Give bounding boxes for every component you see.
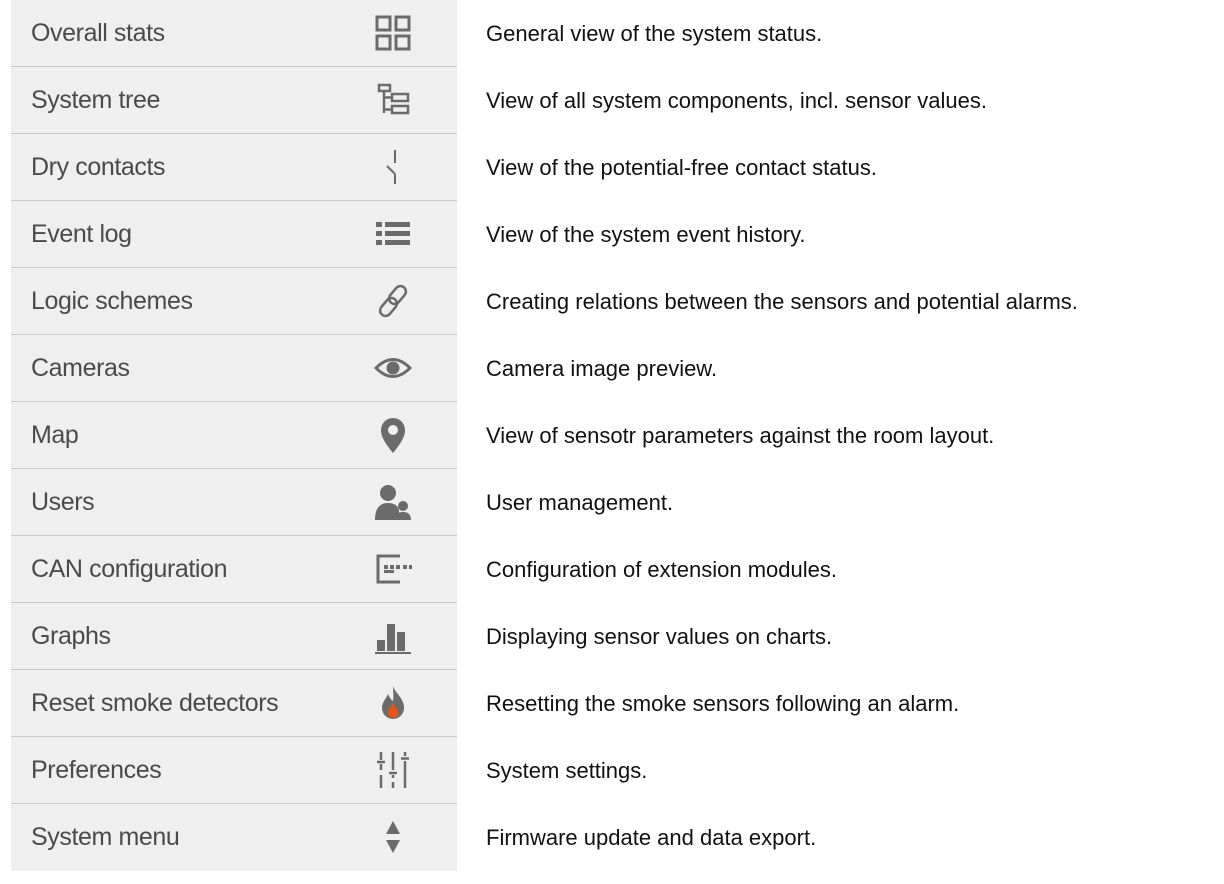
link-icon	[373, 281, 413, 321]
menu-item-label: Event log	[31, 220, 132, 248]
description-graphs: Displaying sensor values on charts.	[486, 624, 833, 649]
description-reset-smoke-detectors: Resetting the smoke sensors following an…	[486, 691, 960, 716]
flame-icon	[373, 683, 413, 723]
list-icon	[373, 214, 413, 254]
grid-icon	[373, 13, 413, 53]
menu-item-label: Preferences	[31, 756, 162, 784]
sliders-icon	[373, 750, 413, 790]
menu-item-label: CAN configuration	[31, 555, 228, 583]
menu-item-map[interactable]: Map	[11, 402, 457, 469]
menu-item-label: System menu	[31, 823, 180, 851]
menu-item-graphs[interactable]: Graphs	[11, 603, 457, 670]
menu-item-label: System tree	[31, 86, 160, 114]
map-pin-icon	[373, 415, 413, 455]
description-map: View of sensotr parameters against the r…	[486, 423, 995, 448]
description-can-configuration: Configuration of extension modules.	[486, 557, 837, 582]
menu-item-label: Reset smoke detectors	[31, 689, 279, 717]
menu-item-label: Graphs	[31, 622, 111, 650]
menu-item-label: Dry contacts	[31, 153, 166, 181]
menu-item-overall-stats[interactable]: Overall stats	[11, 0, 457, 67]
description-event-log: View of the system event history.	[486, 222, 806, 247]
menu-item-cameras[interactable]: Cameras	[11, 335, 457, 402]
description-logic-schemes: Creating relations between the sensors a…	[486, 289, 1078, 314]
page: Overall stats System tree Dry contacts E…	[0, 0, 1224, 884]
menu-item-system-tree[interactable]: System tree	[11, 67, 457, 134]
menu-item-label: Users	[31, 488, 95, 516]
description-system-tree: View of all system components, incl. sen…	[486, 88, 987, 113]
menu-item-event-log[interactable]: Event log	[11, 201, 457, 268]
side-menu: Overall stats System tree Dry contacts E…	[11, 0, 457, 871]
menu-item-users[interactable]: Users	[11, 469, 457, 536]
menu-item-reset-smoke-detectors[interactable]: Reset smoke detectors	[11, 670, 457, 737]
description-system-menu: Firmware update and data export.	[486, 825, 817, 850]
bar-chart-icon	[373, 616, 413, 656]
menu-item-dry-contacts[interactable]: Dry contacts	[11, 134, 457, 201]
menu-item-label: Overall stats	[31, 19, 165, 47]
description-cameras: Camera image preview.	[486, 356, 718, 381]
description-dry-contacts: View of the potential-free contact statu…	[486, 155, 877, 180]
module-icon	[373, 549, 413, 589]
users-icon	[373, 482, 413, 522]
description-preferences: System settings.	[486, 758, 648, 783]
menu-item-preferences[interactable]: Preferences	[11, 737, 457, 804]
description-users: User management.	[486, 490, 674, 515]
tree-icon	[373, 80, 413, 120]
eye-icon	[373, 348, 413, 388]
menu-item-label: Cameras	[31, 354, 130, 382]
menu-item-can-configuration[interactable]: CAN configuration	[11, 536, 457, 603]
description-overall-stats: General view of the system status.	[486, 21, 823, 46]
switch-contact-icon	[373, 147, 413, 187]
menu-item-logic-schemes[interactable]: Logic schemes	[11, 268, 457, 335]
up-down-arrows-icon	[373, 817, 413, 857]
menu-item-label: Logic schemes	[31, 287, 193, 315]
menu-item-label: Map	[31, 421, 79, 449]
menu-item-system-menu[interactable]: System menu	[11, 804, 457, 871]
